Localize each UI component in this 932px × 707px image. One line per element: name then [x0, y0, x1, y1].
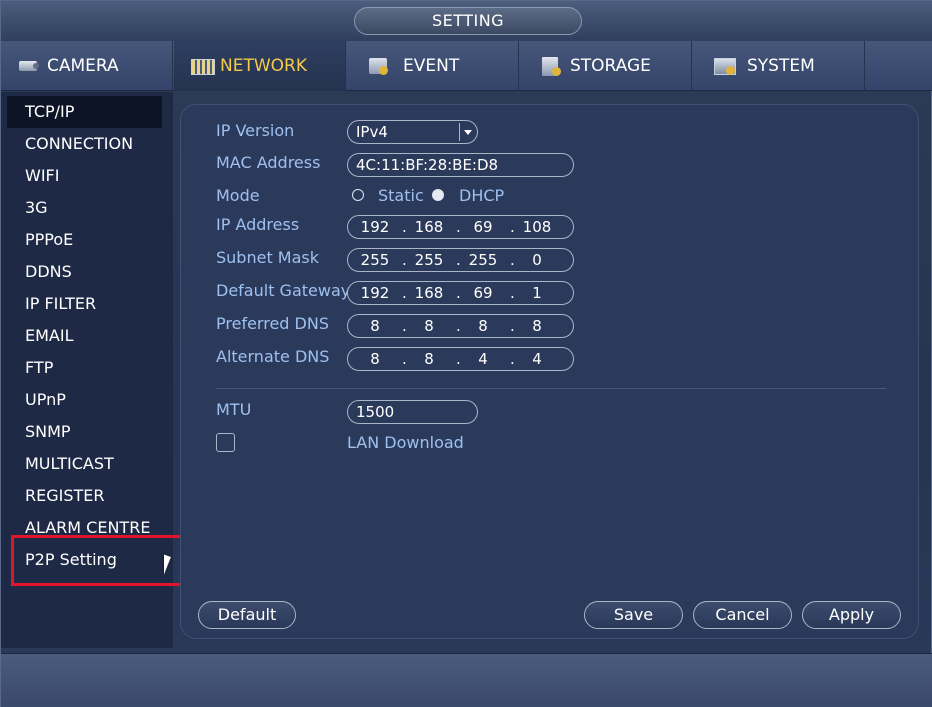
mtu-field[interactable]: 1500: [347, 400, 478, 424]
mtu-value: 1500: [356, 403, 395, 421]
sidebar-item-pppoe[interactable]: PPPoE: [7, 224, 162, 256]
adns-octet-2: 8: [424, 350, 434, 368]
pdns-octet-3: 8: [478, 317, 488, 335]
sidebar-item-ip-filter[interactable]: IP FILTER: [7, 288, 162, 320]
settings-window: SETTING CAMERA NETWORK EVENT STORAGE SYS…: [0, 0, 932, 707]
sidebar-item-multicast[interactable]: MULTICAST: [7, 448, 162, 480]
sidebar-item-tcpip[interactable]: TCP/IP: [7, 96, 162, 128]
mode-label: Mode: [216, 186, 260, 205]
cancel-button[interactable]: Cancel: [693, 601, 792, 629]
tcpip-panel: [180, 104, 919, 639]
camera-icon: [17, 56, 41, 76]
network-icon: [190, 56, 215, 76]
sidebar-item-snmp[interactable]: SNMP: [7, 416, 162, 448]
apply-button[interactable]: Apply: [802, 601, 901, 629]
ip-address-label: IP Address: [216, 215, 300, 234]
tab-network[interactable]: NETWORK: [174, 41, 346, 91]
gateway-octet-4: 1: [532, 284, 542, 302]
sidebar-item-ddns[interactable]: DDNS: [7, 256, 162, 288]
title-bar: SETTING: [1, 1, 932, 41]
subnet-octet-2: 255: [414, 251, 444, 269]
pdns-octet-2: 8: [424, 317, 434, 335]
ip-address-field[interactable]: 192. 168. 69. 108: [347, 215, 574, 239]
adns-octet-4: 4: [532, 350, 542, 368]
lan-download-checkbox[interactable]: [216, 433, 235, 452]
adns-octet-1: 8: [370, 350, 380, 368]
mac-address-field: 4C:11:BF:28:BE:D8: [347, 153, 574, 177]
subnet-mask-field[interactable]: 255. 255. 255. 0: [347, 248, 574, 272]
mode-dhcp-label: DHCP: [459, 186, 505, 205]
ip-version-select[interactable]: IPv4: [347, 120, 478, 144]
subnet-octet-4: 0: [532, 251, 542, 269]
preferred-dns-label: Preferred DNS: [216, 314, 329, 333]
subnet-octet-3: 255: [468, 251, 498, 269]
mode-static-radio[interactable]: [352, 189, 364, 201]
system-icon: [713, 56, 737, 76]
tab-event-label: EVENT: [403, 56, 460, 76]
tab-network-label: NETWORK: [220, 56, 307, 76]
preferred-dns-field[interactable]: 8. 8. 8. 8: [347, 314, 574, 338]
sidebar-item-upnp[interactable]: UPnP: [7, 384, 162, 416]
save-button[interactable]: Save: [584, 601, 683, 629]
sidebar-item-3g[interactable]: 3G: [7, 192, 162, 224]
pdns-octet-1: 8: [370, 317, 380, 335]
default-gateway-field[interactable]: 192. 168. 69. 1: [347, 281, 574, 305]
default-button[interactable]: Default: [198, 601, 296, 629]
section-divider: [216, 388, 886, 389]
sidebar-item-alarm-centre[interactable]: ALARM CENTRE: [7, 512, 162, 544]
network-sidebar: TCP/IP CONNECTION WIFI 3G PPPoE DDNS IP …: [1, 92, 173, 648]
storage-icon: [540, 56, 564, 76]
default-gateway-label: Default Gateway: [216, 281, 351, 300]
gateway-octet-3: 69: [473, 284, 493, 302]
mac-address-value: 4C:11:BF:28:BE:D8: [356, 156, 499, 174]
tab-system[interactable]: SYSTEM: [693, 41, 865, 91]
sidebar-item-email[interactable]: EMAIL: [7, 320, 162, 352]
gateway-octet-1: 192: [360, 284, 390, 302]
event-icon: [367, 56, 391, 76]
ip-octet-2: 168: [414, 218, 444, 236]
sidebar-item-p2p-setting[interactable]: P2P Setting: [7, 544, 162, 576]
mode-static-label: Static: [378, 186, 424, 205]
tab-system-label: SYSTEM: [747, 56, 815, 76]
subnet-mask-label: Subnet Mask: [216, 248, 320, 267]
ip-octet-4: 108: [522, 218, 552, 236]
alternate-dns-label: Alternate DNS: [216, 347, 330, 366]
tab-camera-label: CAMERA: [47, 56, 119, 76]
window-title: SETTING: [354, 7, 582, 35]
main-tabs: CAMERA NETWORK EVENT STORAGE SYSTEM: [1, 41, 932, 91]
sidebar-item-connection[interactable]: CONNECTION: [7, 128, 162, 160]
mtu-label: MTU: [216, 400, 252, 419]
subnet-octet-1: 255: [360, 251, 390, 269]
tab-event[interactable]: EVENT: [347, 41, 519, 91]
pdns-octet-4: 8: [532, 317, 542, 335]
tab-camera[interactable]: CAMERA: [1, 41, 173, 91]
ip-version-value: IPv4: [356, 123, 388, 141]
ip-octet-1: 192: [360, 218, 390, 236]
sidebar-item-ftp[interactable]: FTP: [7, 352, 162, 384]
status-bar: [1, 653, 932, 707]
lan-download-label: LAN Download: [347, 433, 464, 452]
mode-dhcp-radio[interactable]: [432, 189, 444, 201]
chevron-down-icon: [459, 123, 475, 141]
ip-version-label: IP Version: [216, 121, 295, 140]
mac-address-label: MAC Address: [216, 153, 321, 172]
sidebar-item-register[interactable]: REGISTER: [7, 480, 162, 512]
sidebar-item-wifi[interactable]: WIFI: [7, 160, 162, 192]
gateway-octet-2: 168: [414, 284, 444, 302]
alternate-dns-field[interactable]: 8. 8. 4. 4: [347, 347, 574, 371]
ip-octet-3: 69: [473, 218, 493, 236]
tab-storage-label: STORAGE: [570, 56, 651, 76]
adns-octet-3: 4: [478, 350, 488, 368]
tab-storage[interactable]: STORAGE: [520, 41, 692, 91]
